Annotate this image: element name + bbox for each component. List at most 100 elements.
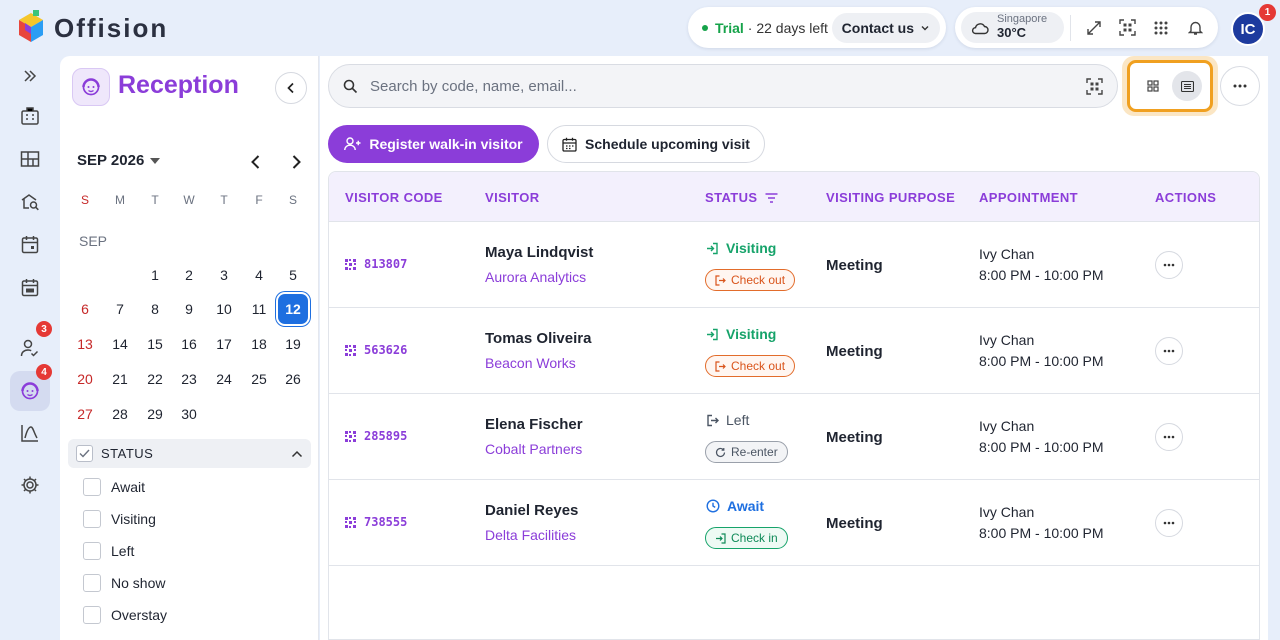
rail-item-calendar[interactable] (10, 224, 50, 264)
next-month-button[interactable] (286, 152, 306, 172)
calendar-day[interactable]: 27 (70, 399, 100, 429)
check-in-button[interactable]: Check in (705, 527, 788, 549)
status-filter-option[interactable]: Visiting (83, 510, 156, 528)
filter-checkbox[interactable] (83, 606, 101, 624)
calendar-day[interactable]: 22 (140, 364, 170, 394)
collapse-panel-button[interactable] (275, 72, 307, 104)
action-label: Check in (731, 531, 778, 545)
calendar-day[interactable]: 6 (70, 294, 100, 324)
calendar-day[interactable]: 28 (105, 399, 135, 429)
calendar-day[interactable]: 2 (174, 260, 204, 290)
more-options-button[interactable] (1220, 66, 1260, 106)
search-input[interactable] (370, 77, 1086, 95)
calendar-day[interactable]: 14 (105, 329, 135, 359)
row-actions-button[interactable] (1155, 337, 1183, 365)
calendar-day[interactable]: 9 (174, 294, 204, 324)
status-filter-option[interactable]: Left (83, 542, 134, 560)
rail-item-analytics[interactable] (10, 413, 50, 453)
visitor-code[interactable]: 738555 (345, 515, 407, 529)
re-enter-button[interactable]: Re-enter (705, 441, 788, 463)
row-actions-button[interactable] (1155, 423, 1183, 451)
visitor-company[interactable]: Cobalt Partners (485, 441, 582, 457)
calendar-day[interactable]: 15 (140, 329, 170, 359)
status-filter-option[interactable]: Overstay (83, 606, 167, 624)
register-walk-in-button[interactable]: Register walk-in visitor (328, 125, 539, 163)
rail-item-buildings[interactable] (10, 96, 50, 136)
visitor-company[interactable]: Delta Facilities (485, 527, 576, 543)
status-filter-option[interactable]: Await (83, 478, 145, 496)
rail-item-reception[interactable]: 4 (10, 364, 52, 411)
column-label: APPOINTMENT (979, 190, 1079, 205)
app-name: Offision (54, 12, 169, 43)
calendar-day[interactable]: 10 (209, 294, 239, 324)
month-selector[interactable]: SEP 2026 (77, 152, 161, 169)
grid-view-button[interactable] (1138, 71, 1168, 101)
filter-checkbox[interactable] (83, 510, 101, 528)
status-filter-option[interactable]: No show (83, 574, 165, 592)
appointment-host: Ivy Chan (979, 332, 1035, 348)
apps-button[interactable] (1144, 11, 1178, 45)
visitor-code[interactable]: 813807 (345, 257, 407, 271)
check-out-button[interactable]: Check out (705, 269, 796, 291)
calendar-day[interactable]: 23 (174, 364, 204, 394)
notifications-button[interactable] (1178, 11, 1212, 45)
table-row[interactable]: 563626 Tomas Oliveira Beacon Works Visiting… (329, 308, 1259, 394)
calendar-day[interactable]: 29 (140, 399, 170, 429)
contact-us-label: Contact us (841, 19, 914, 36)
calendar-day[interactable]: 5 (278, 260, 308, 290)
calendar-day[interactable]: 11 (244, 294, 274, 324)
filter-checkbox[interactable] (83, 542, 101, 560)
calendar-day[interactable]: 16 (174, 329, 204, 359)
visitor-company[interactable]: Beacon Works (485, 355, 576, 371)
table-row[interactable]: 738555 Daniel Reyes Delta Facilities Await C… (329, 480, 1259, 566)
filter-checkbox[interactable] (83, 574, 101, 592)
table-row[interactable]: 813807 Maya Lindqvist Aurora Analytics Visi… (329, 222, 1259, 308)
rail-item-bookings[interactable] (10, 267, 50, 307)
filter-label: Visiting (111, 511, 156, 527)
row-actions-button[interactable] (1155, 509, 1183, 537)
sign-in-icon (707, 242, 718, 254)
visitor-company[interactable]: Aurora Analytics (485, 269, 586, 285)
visitor-code[interactable]: 563626 (345, 343, 407, 357)
calendar-day[interactable]: 19 (278, 329, 308, 359)
page-title: Reception (118, 71, 239, 99)
row-actions-button[interactable] (1155, 251, 1183, 279)
calendar-day[interactable]: 12 (278, 294, 308, 324)
calendar-day[interactable]: 13 (70, 329, 100, 359)
calendar-day[interactable]: 21 (105, 364, 135, 394)
calendar-day[interactable]: 30 (174, 399, 204, 429)
app-logo[interactable]: Offision (16, 10, 168, 46)
calendar-day[interactable]: 20 (70, 364, 100, 394)
rail-item-space-search[interactable] (10, 182, 50, 222)
visitor-code[interactable]: 285895 (345, 429, 407, 443)
status-filter-header[interactable]: STATUS (68, 439, 311, 468)
qr-scan-button[interactable] (1110, 11, 1144, 45)
calendar-day[interactable]: 18 (244, 329, 274, 359)
calendar-day[interactable]: 24 (209, 364, 239, 394)
calendar-day[interactable]: 8 (140, 294, 170, 324)
previous-month-button[interactable] (246, 152, 266, 172)
rail-item-floorplan[interactable] (10, 139, 50, 179)
status-select-all-checkbox[interactable] (76, 445, 93, 462)
fullscreen-button[interactable] (1077, 11, 1111, 45)
expand-sidebar-button[interactable] (10, 56, 50, 96)
list-view-button[interactable] (1172, 71, 1202, 101)
contact-us-button[interactable]: Contact us (831, 12, 940, 43)
calendar-day[interactable]: 3 (209, 260, 239, 290)
calendar-day[interactable]: 4 (244, 260, 274, 290)
calendar-day[interactable]: 26 (278, 364, 308, 394)
schedule-visit-button[interactable]: Schedule upcoming visit (547, 125, 765, 163)
table-row[interactable]: 285895 Elena Fischer Cobalt Partners Left Re… (329, 394, 1259, 480)
rail-item-visitors[interactable]: 3 (10, 321, 52, 368)
search-icon (343, 79, 358, 93)
filter-checkbox[interactable] (83, 478, 101, 496)
calendar-day[interactable]: 7 (105, 294, 135, 324)
filter-icon[interactable] (765, 192, 778, 203)
check-out-button[interactable]: Check out (705, 355, 796, 377)
calendar-day[interactable]: 17 (209, 329, 239, 359)
rail-item-settings[interactable] (10, 465, 50, 505)
qr-scan-icon[interactable] (1086, 77, 1103, 95)
calendar-day[interactable]: 25 (244, 364, 274, 394)
weather-widget[interactable]: Singapore 30°C (961, 12, 1064, 43)
calendar-day[interactable]: 1 (140, 260, 170, 290)
